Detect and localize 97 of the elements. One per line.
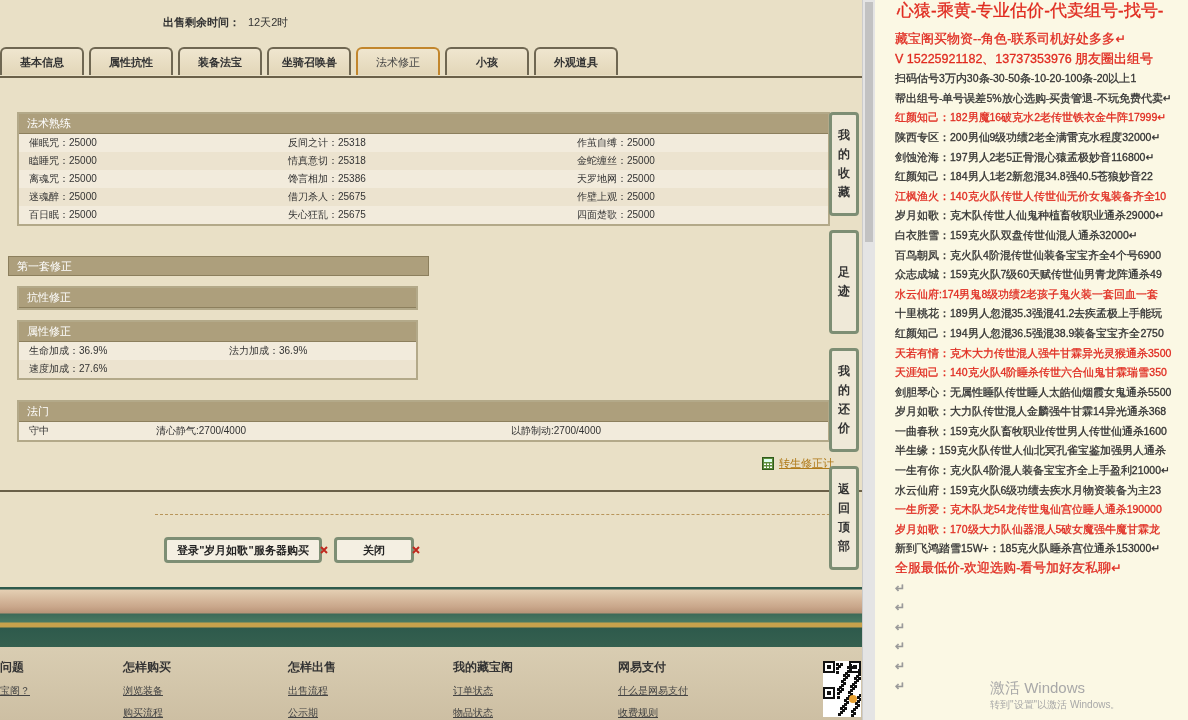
paragraph-mark: ↵ [895,638,906,656]
skill-value: 借刀杀人：25675 [288,190,367,205]
panel-header: 法门 [19,402,828,423]
document-line: 全服最低价-欢迎选购-看号加好友私聊↵ [895,560,1122,578]
footer-heading: 怎样出售 [288,659,337,676]
footer-link[interactable]: 公示期 [288,706,453,720]
action-button[interactable]: 关闭 [334,537,414,564]
skill-value: 失心狂乱：25675 [288,208,367,223]
activation-title: 激活 Windows [990,679,1087,698]
table-cell-text: 守中 [29,424,50,439]
table-cell-text: 以静制动:2700/4000 [511,424,603,439]
footer-link[interactable]: 收费规则 [618,706,783,720]
paragraph-mark: ↵ [895,618,906,636]
document-line: 岁月如歌：大力队传世混人金麟强牛甘霖14异光通杀368 [895,404,1167,420]
skill-value: 四面楚歌：25000 [577,208,656,223]
footer-link[interactable]: 宝阁？ [0,684,123,698]
document-line: 白衣胜雪：159克火队双盘传世仙混人通杀32000↵ [895,227,1138,243]
skill-value: 反间之计：25318 [288,136,367,151]
footer-heading: 网易支付 [618,659,667,676]
footer-link[interactable]: 物品状态 [453,706,618,720]
footer-link[interactable]: 什么是网易支付 [618,684,783,698]
tab[interactable]: 小孩 [445,47,529,76]
document-line: 半生缘：159克火队传世人仙北冥孔雀宝鉴加强男人通杀 [895,443,1166,459]
document-line: 红颜知己：184男人1老2新忽混34.8强40.5苍狼妙音22 [895,169,1153,185]
tab[interactable]: 属性抗性 [89,47,173,76]
skill-value: 迷魂醉：25000 [29,190,98,205]
side-button[interactable]: 返回顶部 [829,466,859,570]
document-line: 水云仙府：159克火队6级功绩去疾水月物资装备为主23 [895,482,1162,498]
panel-header: 属性修正 [19,322,416,343]
skill-value: 作茧自缚：25000 [577,136,656,151]
attribute-value: 生命加成：36.9% [29,344,109,359]
paragraph-mark: ↵ [895,658,906,675]
qr-code [823,661,861,717]
calculator-icon [762,456,774,470]
skill-value: 瞌睡咒：25000 [29,154,98,169]
document-line: 天涯知己：140克火队4阶睡杀传世六合仙鬼甘霖瑞雪350 [895,365,1167,381]
document-line: 百鸟朝凤：克火队4阶混传世仙装备宝宝齐全4个号6900 [895,247,1162,263]
document-line: 岁月如歌：170级大力队仙器混人5破女魔强牛魔甘霖龙 [895,521,1161,537]
document-line: 天若有情：克木大力传世混人强牛甘霖异光灵猴通杀3500 [895,345,1172,361]
tab[interactable]: 基本信息 [0,47,84,76]
document-line: 陕西专区：200男仙9级功绩2老全满雷克水程度32000↵ [895,129,1161,145]
document-line: 红颜知己：182男魔16破克水2老传世铁衣金牛阵17999↵ [895,110,1167,126]
footer-heading: 怎样购买 [123,659,172,676]
paragraph-mark: ↵ [895,579,906,597]
skill-value: 情真意切：25318 [288,154,367,169]
footer-heading: 我的藏宝阁 [453,659,514,676]
document-line: 新到飞鸿踏雪15W+：185克火队睡杀宫位通杀153000↵ [895,541,1161,557]
sale-time-value: 12天2时 [248,16,289,28]
panel-header: 法术熟练 [19,114,828,135]
document-line: 心猿-乘黄-专业估价-代卖组号-找号- [897,0,1164,22]
footer-heading: 问题 [0,659,25,676]
document-line: 红颜知己：194男人忽混36.5强混38.9装备宝宝齐全2750 [895,325,1164,341]
panel-header: 抗性修正 [19,288,416,309]
attribute-value: 速度加成：27.6% [29,362,109,377]
footer-link[interactable]: 出售流程 [288,684,453,698]
skill-value: 离魂咒：25000 [29,172,98,187]
document-line: 帮出组号-单号误差5%放心选购-买贵管退-不玩免费代卖↵ [895,90,1172,106]
document-line: 扫码估号3万内30条-30-50条-10-20-100条-20以上1 [895,71,1137,87]
skill-value: 天罗地网：25000 [577,172,656,187]
document-line: 众志成城：159克火队7级60天赋传世仙男青龙阵通杀49 [895,267,1162,283]
footer-link[interactable]: 浏览装备 [123,684,288,698]
tab[interactable]: 法术修正 [356,47,440,76]
section-header: 第一套修正 [8,256,429,277]
cross-icon [412,546,420,555]
tab[interactable]: 外观道具 [534,47,618,76]
attribute-value: 法力加成：36.9% [229,344,309,359]
document-line: 一曲春秋：159克火队畜牧职业传世男人传世仙通杀1600 [895,423,1167,439]
side-button[interactable]: 足迹 [829,230,859,334]
document-line: 江枫渔火：140克火队传世人传世仙无价女鬼装备齐全10 [895,188,1167,204]
document-line: V 15225921182、13737353976 朋友圈出组号 [895,50,1154,68]
document-line: 水云仙府:174男鬼8级功绩2老孩子鬼火装一套回血一套 [895,286,1159,302]
sale-time-label: 出售剩余时间： [163,16,240,28]
document-line: 剑胆琴心：无属性睡队传世睡人太皓仙烟霞女鬼通杀5500 [895,384,1172,400]
side-button[interactable]: 我的还价 [829,348,859,452]
footer-link[interactable]: 购买流程 [123,706,288,720]
document-line: 剑蚀沧海：197男人2老5正骨混心猿孟极妙音116800↵ [895,149,1155,165]
document-line: 十里桃花：189男人忽混35.3强混41.2去疾孟极上手能玩 [895,306,1163,322]
tab[interactable]: 装备法宝 [178,47,262,76]
skill-value: 金蛇缠丝：25000 [577,154,656,169]
document-line: 藏宝阁买物资--角色-联系司机好处多多↵ [895,31,1126,48]
document-line: 一生所爱：克木队龙54龙传世鬼仙宫位睡人通杀190000 [895,502,1162,518]
table-cell-text: 清心静气:2700/4000 [156,424,248,439]
footer-link[interactable]: 订单状态 [453,684,618,698]
activation-text: 转到"设置"以激活 Windows。 [990,698,1121,712]
side-button[interactable]: 我的收藏 [829,112,859,216]
skill-value: 催眠咒：25000 [29,136,98,151]
action-button[interactable]: 登录"岁月如歌"服务器购买 [164,537,322,564]
document-line: 岁月如歌：克木队传世人仙鬼种植畜牧职业通杀29000↵ [895,208,1164,224]
scrollbar[interactable] [862,0,875,720]
document-line: 一生有你：克火队4阶混人装备宝宝齐全上手盈利21000↵ [895,463,1170,479]
tab[interactable]: 坐骑召唤兽 [267,47,351,76]
skill-value: 百日眠：25000 [29,208,98,223]
cross-icon [320,546,328,555]
skill-value: 馋言相加：25386 [288,172,367,187]
skill-value: 作壁上观：25000 [577,190,656,205]
paragraph-mark: ↵ [895,677,906,695]
paragraph-mark: ↵ [895,599,906,617]
